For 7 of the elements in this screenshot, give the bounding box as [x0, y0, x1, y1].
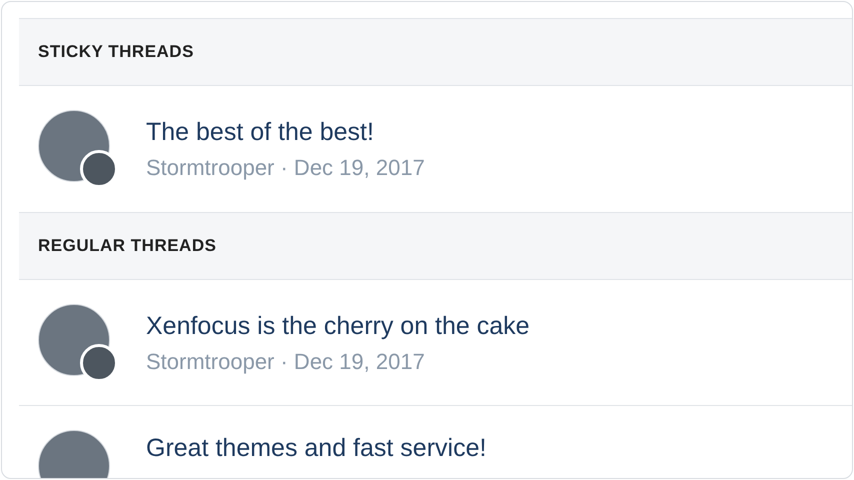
section-title: REGULAR THREADS [38, 235, 216, 258]
section-title: STICKY THREADS [38, 41, 194, 64]
thread-title-link[interactable]: Great themes and fast service! [146, 432, 486, 464]
thread-meta: Stormtrooper · Dec 19, 2017 [146, 154, 425, 182]
thread-meta: Stormtrooper · Dec 19, 2017 [146, 348, 426, 376]
thread-title-link[interactable]: Xenfocus is the cherry on the cake [146, 310, 530, 342]
thread-title-link[interactable]: The best of the best! [146, 116, 425, 148]
